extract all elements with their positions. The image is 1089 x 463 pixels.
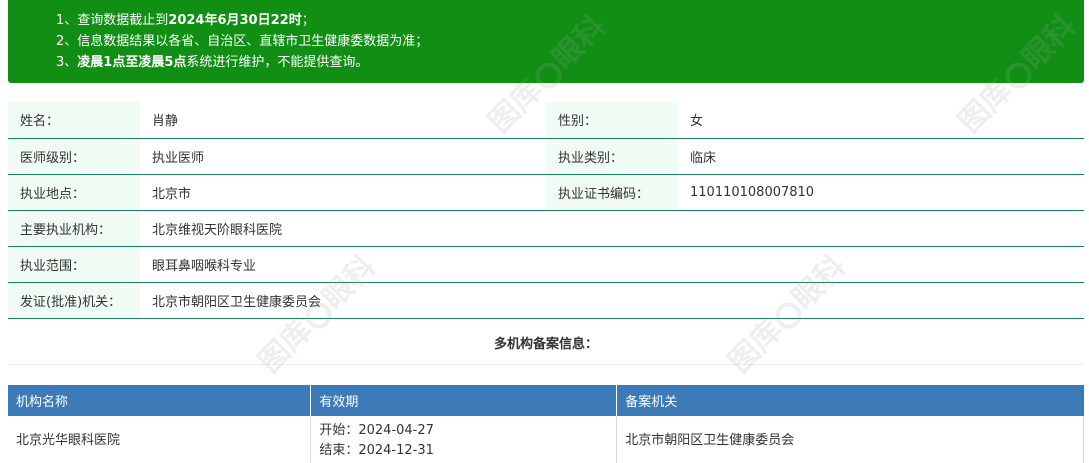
record-filing-authority: 北京市朝阳区卫生健康委员会 [616,416,1084,463]
name-value: 肖静 [140,102,546,139]
header-institution-name: 机构名称 [8,385,312,416]
info-row-name: 姓名： 肖静 性别： 女 [8,102,1084,139]
header-filing-authority: 备案机关 [616,385,1084,416]
scope-label: 执业范围： [8,246,140,283]
page: 1、查询数据截止到2024年6月30日22时； 2、信息数据结果以各省、自治区、… [0,0,1089,463]
gender-label: 性别： [546,102,678,139]
notice-line-1-prefix: 1、查询数据截止到 [56,13,169,28]
institution-label: 主要执业机构： [8,210,140,247]
authority-value: 北京市朝阳区卫生健康委员会 [140,282,1084,319]
gender-value: 女 [678,102,1084,139]
info-row-location: 执业地点： 北京市 执业证书编码： 110110108007810 [8,174,1084,211]
cert-value: 110110108007810 [678,174,1084,211]
record-start-date: 开始：2024-04-27 [319,423,434,438]
record-end-date: 结束：2024-12-31 [319,443,434,458]
institution-value: 北京维视天阶眼科医院 [140,210,1084,247]
notice-line-1-suffix: ； [301,13,315,28]
notice-line-1: 1、查询数据截止到2024年6月30日22时； [56,10,1084,31]
category-label: 执业类别： [546,138,678,175]
location-label: 执业地点： [8,174,140,211]
table-row: 北京光华眼科医院 开始：2024-04-27 结束：2024-12-31 北京市… [8,416,1084,463]
scope-value: 眼耳鼻咽喉科专业 [140,246,1084,283]
notice-banner: 1、查询数据截止到2024年6月30日22时； 2、信息数据结果以各省、自治区、… [8,0,1084,83]
multi-institution-table: 机构名称 有效期 备案机关 北京光华眼科医院 开始：2024-04-27 结束：… [8,385,1084,463]
notice-line-3: 3、凌晨1点至凌晨5点系统进行维护，不能提供查询。 [56,52,1084,73]
info-row-institution: 主要执业机构： 北京维视天阶眼科医院 [8,210,1084,247]
multi-institution-title: 多机构备案信息： [8,326,1084,365]
location-value: 北京市 [140,174,546,211]
notice-line-2: 2、信息数据结果以各省、自治区、直辖市卫生健康委数据为准； [56,34,429,49]
notice-line-3-bold: 凌晨1点至凌晨5点 [77,55,187,70]
info-row-level: 医师级别： 执业医师 执业类别： 临床 [8,138,1084,175]
records-header-row: 机构名称 有效期 备案机关 [8,385,1084,416]
level-value: 执业医师 [140,138,546,175]
notice-line-1-bold: 2024年6月30日22时 [168,13,302,28]
doctor-info-table: 姓名： 肖静 性别： 女 医师级别： 执业医师 执业类别： 临床 执业地点： 北… [8,102,1084,319]
info-row-scope: 执业范围： 眼耳鼻咽喉科专业 [8,246,1084,283]
record-validity: 开始：2024-04-27 结束：2024-12-31 [310,416,617,463]
authority-label: 发证(批准)机关： [8,282,140,319]
level-label: 医师级别： [8,138,140,175]
header-validity: 有效期 [310,385,618,416]
info-row-authority: 发证(批准)机关： 北京市朝阳区卫生健康委员会 [8,282,1084,319]
category-value: 临床 [678,138,1084,175]
cert-label: 执业证书编码： [546,174,678,211]
notice-line-3-prefix: 3、 [56,55,78,70]
notice-line-3-suffix: 系统进行维护，不能提供查询。 [186,55,369,70]
record-institution-name: 北京光华眼科医院 [16,433,121,448]
name-label: 姓名： [8,102,140,139]
